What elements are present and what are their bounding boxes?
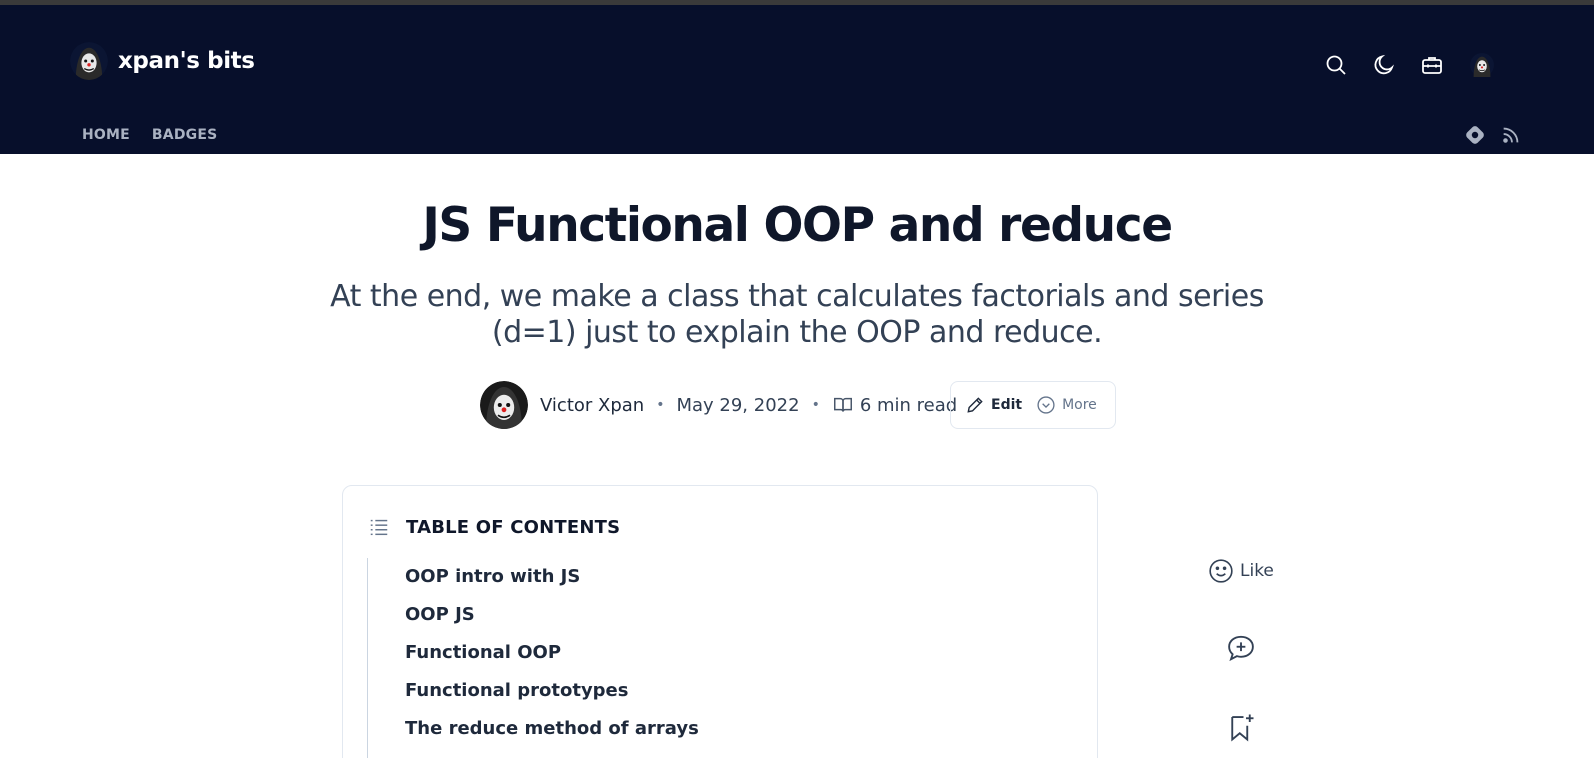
main-nav: HOME BADGES [82,127,239,143]
author-name[interactable]: Victor Xpan [540,395,644,416]
table-of-contents: TABLE OF CONTENTS OOP intro with JS OOP … [342,485,1098,758]
hashnode-icon[interactable] [1464,124,1486,146]
pencil-icon [967,397,983,413]
nav-item-badges[interactable]: BADGES [152,127,217,143]
toc-list: OOP intro with JS OOP JS Functional OOP … [367,558,699,758]
separator-dot: • [656,397,665,413]
toc-item[interactable]: Functional prototypes [405,672,699,710]
toc-item[interactable]: Functional OOP [405,634,699,672]
nav-item-home[interactable]: HOME [82,127,130,143]
add-comment-icon[interactable] [1226,633,1256,663]
smiley-icon [1209,559,1233,583]
author-avatar[interactable] [480,381,528,429]
like-button[interactable]: Like [1208,558,1274,584]
toc-item[interactable]: The reduce method of arrays [405,710,699,748]
brand-name: xpan's bits [118,48,255,74]
toc-item[interactable]: OOP intro with JS [405,558,699,596]
toc-header[interactable]: TABLE OF CONTENTS [368,516,620,538]
search-button[interactable] [1320,49,1352,81]
separator-dot: • [811,397,820,413]
search-icon [1326,55,1346,75]
brand-avatar-icon [70,42,108,80]
book-icon [833,397,852,412]
bookmark-add-icon[interactable] [1226,712,1256,742]
theme-toggle-button[interactable] [1368,49,1400,81]
moon-icon [1374,54,1394,75]
edit-label: Edit [991,397,1023,413]
user-avatar-icon [1470,53,1494,77]
article-subtitle: At the end, we make a class that calcula… [330,279,1264,350]
site-header: xpan's bits HOME BADGES [0,5,1594,154]
read-time: 6 min read [859,394,958,416]
article-actions: Edit More [950,381,1116,429]
nav-icons [1450,124,1522,146]
header-actions [1304,45,1502,85]
toc-item[interactable]: OOP JS [405,596,699,634]
chevron-down-circle-icon [1037,396,1055,414]
like-label: Like [1240,561,1274,581]
user-avatar-button[interactable] [1462,45,1502,85]
edit-button[interactable]: Edit [965,395,1022,415]
dashboard-button[interactable] [1416,49,1448,81]
more-button[interactable]: More [1036,395,1097,415]
article-title: JS Functional OOP and reduce [422,198,1173,253]
rss-icon[interactable] [1500,124,1522,146]
blog-brand-link[interactable]: xpan's bits [70,42,255,80]
article-meta: Victor Xpan • May 29, 2022 • 6 min read [480,381,957,429]
more-label: More [1062,397,1097,413]
publish-date: May 29, 2022 [676,394,800,416]
toc-title: TABLE OF CONTENTS [406,516,621,538]
toolbox-icon [1422,57,1442,74]
list-icon [370,519,388,536]
